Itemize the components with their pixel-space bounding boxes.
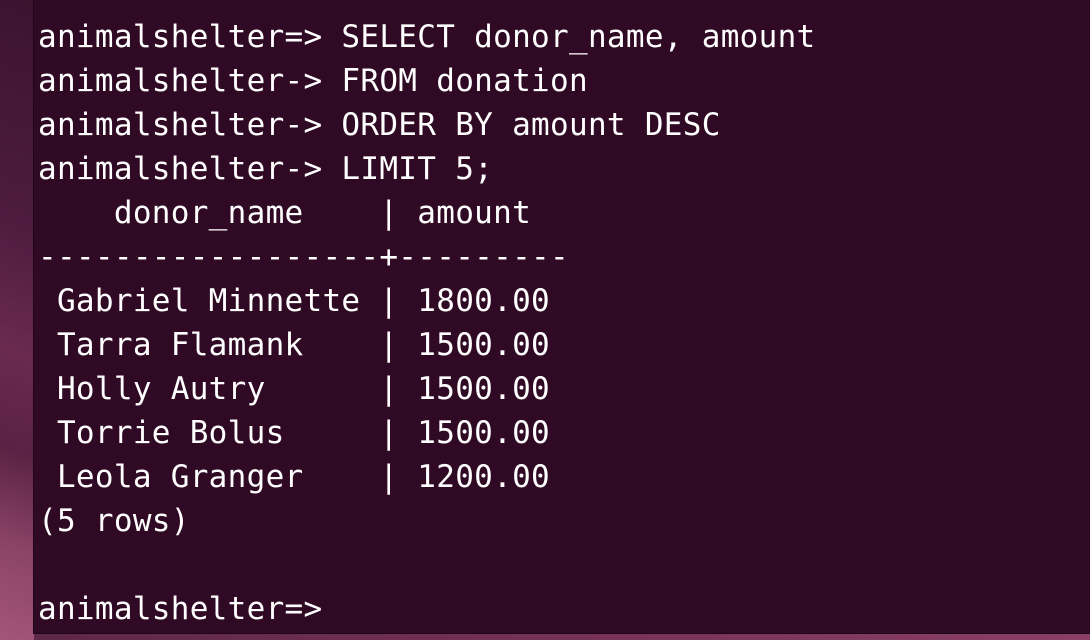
sql-query-line-3: animalshelter-> ORDER BY amount DESC — [38, 107, 721, 143]
desktop-wallpaper — [0, 0, 34, 640]
row-count: (5 rows) — [38, 503, 190, 539]
result-row: Gabriel Minnette | 1800.00 — [38, 283, 551, 319]
sql-query-line-2: animalshelter-> FROM donation — [38, 63, 588, 99]
sql-query-line-1: animalshelter=> SELECT donor_name, amoun… — [38, 19, 816, 55]
result-row: Tarra Flamank | 1500.00 — [38, 327, 551, 363]
result-row: Holly Autry | 1500.00 — [38, 371, 551, 407]
command-prompt[interactable]: animalshelter=> — [38, 587, 322, 631]
sql-query-line-4: animalshelter-> LIMIT 5; — [38, 151, 494, 187]
result-header: donor_name | amount — [38, 195, 532, 231]
result-separator: ------------------+--------- — [38, 239, 569, 275]
terminal-window[interactable]: animalshelter=> SELECT donor_name, amoun… — [33, 0, 1090, 634]
result-row: Torrie Bolus | 1500.00 — [38, 415, 551, 451]
result-row: Leola Granger | 1200.00 — [38, 459, 551, 495]
